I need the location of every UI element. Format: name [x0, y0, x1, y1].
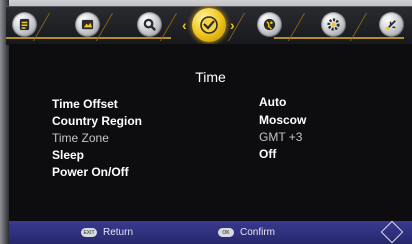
return-hint[interactable]: EXIT Return [81, 227, 133, 238]
clock-icon[interactable] [192, 8, 226, 42]
country-region-value[interactable]: Moscow [259, 113, 306, 127]
return-label: Return [103, 227, 134, 238]
next-category-arrow[interactable]: › [230, 17, 235, 33]
menu-title: Time [195, 69, 226, 85]
sleep-value[interactable]: Off [259, 147, 276, 161]
confirm-hint[interactable]: OK Confirm [218, 227, 275, 238]
ok-key-icon: OK [218, 228, 234, 237]
picture-icon[interactable] [75, 12, 100, 37]
usb-icon[interactable] [379, 12, 404, 37]
time-offset-value[interactable]: Auto [259, 95, 286, 109]
exit-key-icon: EXIT [81, 228, 97, 237]
tab-bar-accent-line [6, 37, 171, 39]
globe-icon[interactable] [257, 12, 282, 37]
search-icon[interactable] [137, 12, 162, 37]
sleep-label[interactable]: Sleep [52, 148, 84, 162]
time-zone-value: GMT +3 [259, 130, 303, 144]
previous-category-arrow[interactable]: ‹ [182, 17, 187, 33]
footer-hint-bar: EXIT Return OK Confirm [9, 221, 412, 244]
power-on-off-label[interactable]: Power On/Off [52, 165, 129, 179]
info-icon[interactable] [12, 12, 37, 37]
tab-bar-accent-line-right [274, 37, 404, 39]
time-offset-label[interactable]: Time Offset [52, 97, 118, 111]
time-menu-panel: Time Time Offset Auto Country Region Mos… [9, 44, 412, 221]
time-zone-label: Time Zone [52, 131, 109, 145]
gear-icon[interactable] [321, 12, 346, 37]
category-tab-bar: ‹ › [6, 6, 412, 45]
confirm-label: Confirm [240, 227, 276, 238]
country-region-label[interactable]: Country Region [52, 114, 142, 128]
